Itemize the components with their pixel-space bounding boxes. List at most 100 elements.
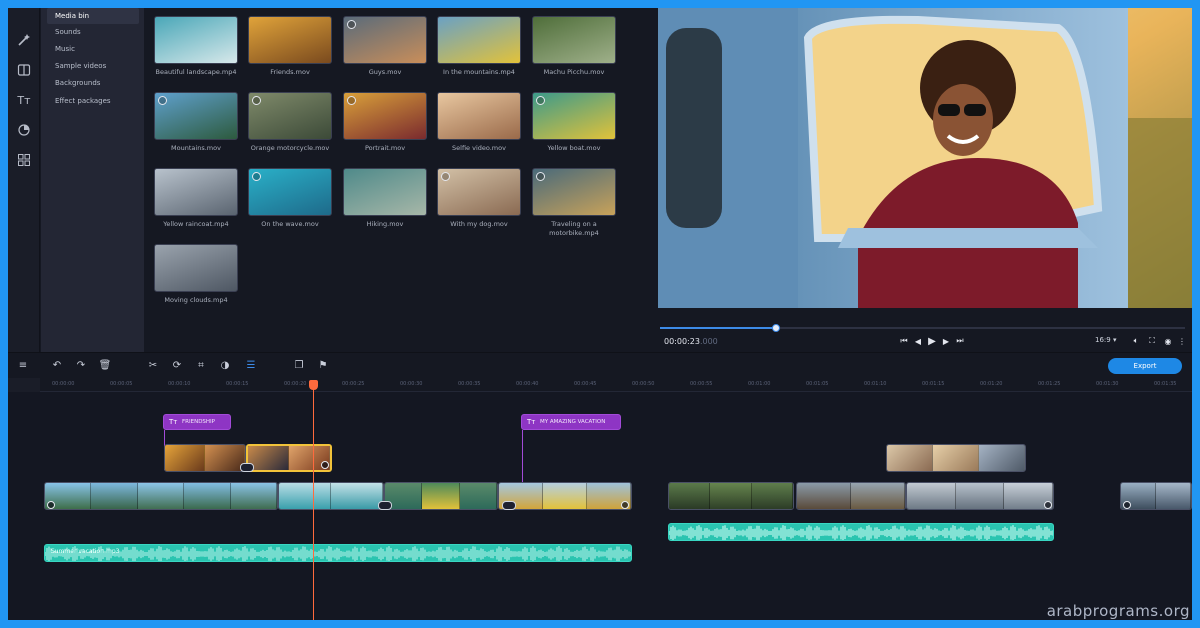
media-thumbnail[interactable] — [343, 168, 427, 216]
video-clip-yellow-boat[interactable] — [384, 482, 498, 510]
preview-progress-knob[interactable] — [771, 324, 780, 332]
transitions-icon[interactable] — [14, 60, 34, 80]
play-icon[interactable]: ▶ — [926, 335, 938, 347]
redo-icon[interactable]: ↷ — [74, 358, 88, 372]
skip-back-icon[interactable]: ⏮ — [898, 335, 910, 347]
clip-link-icon[interactable] — [47, 501, 55, 509]
media-thumbnail[interactable] — [248, 92, 332, 140]
media-thumbnail[interactable] — [154, 16, 238, 64]
export-button[interactable]: Export — [1108, 358, 1182, 374]
marker-flag-icon[interactable]: ⚑ — [316, 358, 330, 372]
cut-icon[interactable]: ✂ — [146, 358, 160, 372]
video-clip-mountains-2[interactable] — [498, 482, 632, 510]
audio-clip-music[interactable]: Summer vacation.mp3 — [44, 544, 632, 562]
undo-icon[interactable]: ↶ — [50, 358, 64, 372]
media-thumbnail[interactable] — [154, 244, 238, 292]
color-adjust-icon[interactable]: ◑ — [218, 358, 232, 372]
title-clip-icon: Tт — [169, 418, 178, 426]
ruler-tick-label: 00:01:35 — [1154, 381, 1177, 387]
more-icon[interactable]: ⋮ — [1176, 335, 1188, 347]
transition-icon[interactable] — [378, 501, 392, 510]
media-thumbnail[interactable] — [437, 16, 521, 64]
audio-waveform — [45, 546, 631, 561]
video-clip-machu-picchu[interactable] — [668, 482, 794, 510]
clip-link-icon[interactable] — [621, 501, 629, 509]
overlay-clip-selected[interactable] — [246, 444, 332, 472]
audio-waveform — [669, 525, 1053, 540]
media-thumbnail[interactable] — [343, 16, 427, 64]
media-thumbnail[interactable] — [154, 92, 238, 140]
step-back-icon[interactable]: ◀ — [912, 335, 924, 347]
media-thumbnail-label: Traveling on a motorbike.mp4 — [549, 220, 599, 237]
media-thumbnail[interactable] — [248, 16, 332, 64]
ruler-tick-label: 00:01:20 — [980, 381, 1003, 387]
crop-icon[interactable]: ⌗ — [194, 358, 208, 372]
step-forward-icon[interactable]: ▶ — [940, 335, 952, 347]
ruler-tick-label: 00:00:05 — [110, 381, 133, 387]
snapshot-icon[interactable]: ◉ — [1162, 335, 1174, 347]
clip-link-icon[interactable] — [1044, 501, 1052, 509]
title-clip-label: MY AMAZING VACATION — [540, 419, 606, 425]
used-in-project-icon — [536, 172, 545, 181]
overlay-clip[interactable] — [164, 444, 246, 472]
category-media-bin[interactable]: Media bin — [47, 8, 139, 24]
ruler-tick-label: 00:01:25 — [1038, 381, 1061, 387]
filters-icon[interactable] — [14, 120, 34, 140]
aspect-ratio-select[interactable]: 16:9 ▾ — [1095, 336, 1116, 344]
stickers-icon[interactable] — [14, 150, 34, 170]
volume-icon[interactable]: 🔈︎ — [1130, 335, 1142, 347]
playhead[interactable] — [309, 380, 318, 620]
timeline-ruler[interactable]: 00:00:00 00:00:05 00:00:10 00:00:15 00:00:20… — [40, 378, 1192, 392]
title-clip-vacation[interactable]: Tт MY AMAZING VACATION — [521, 414, 621, 430]
add-track-icon[interactable]: ≡ — [16, 358, 30, 372]
video-clip-clouds[interactable] — [906, 482, 1054, 510]
used-in-project-icon — [252, 96, 261, 105]
media-thumbnail[interactable] — [248, 168, 332, 216]
media-thumbnail[interactable] — [532, 168, 616, 216]
rotate-icon[interactable]: ⟳ — [170, 358, 184, 372]
category-music[interactable]: Music — [47, 41, 139, 57]
video-clip-landscape[interactable] — [278, 482, 384, 510]
audio-clip[interactable] — [668, 523, 1054, 541]
media-thumbnail[interactable] — [437, 168, 521, 216]
ruler-tick-label: 00:00:00 — [52, 381, 75, 387]
media-thumbnail-label: Selfie video.mov — [452, 144, 506, 152]
ruler-tick-label: 00:01:30 — [1096, 381, 1119, 387]
clip-link-icon[interactable] — [321, 461, 329, 469]
category-sample-videos[interactable]: Sample videos — [47, 58, 139, 74]
media-thumbnail[interactable] — [532, 92, 616, 140]
media-thumbnail[interactable] — [437, 92, 521, 140]
overlay-icon[interactable]: ❐ — [292, 358, 306, 372]
wand-icon[interactable] — [14, 30, 34, 50]
clip-link-icon[interactable] — [1123, 501, 1131, 509]
transition-icon[interactable] — [502, 501, 516, 510]
video-clip-mountains[interactable] — [44, 482, 278, 510]
playhead-handle[interactable] — [309, 380, 318, 390]
ruler-tick-label: 00:00:55 — [690, 381, 713, 387]
timecode-current: 00:00:23 — [664, 337, 700, 346]
title-clip-icon: Tт — [527, 418, 536, 426]
skip-forward-icon[interactable]: ⏭ — [954, 335, 966, 347]
transition-icon[interactable] — [240, 463, 254, 472]
overlay-clip[interactable] — [886, 444, 1026, 472]
media-thumbnail[interactable] — [343, 92, 427, 140]
media-thumbnail[interactable] — [154, 168, 238, 216]
delete-icon[interactable]: 🗑︎ — [98, 358, 112, 372]
preview-frame — [658, 8, 1192, 324]
category-backgrounds[interactable]: Backgrounds — [47, 75, 139, 91]
media-thumbnail-label: Beautiful landscape.mp4 — [155, 68, 237, 76]
media-thumbnail[interactable] — [532, 16, 616, 64]
media-category-panel: Media bin Sounds Music Sample videos Bac… — [41, 8, 144, 352]
title-clip-friendship[interactable]: Tт FRIENDSHIP — [163, 414, 231, 430]
used-in-project-icon — [158, 96, 167, 105]
video-clip-motorbike[interactable] — [796, 482, 906, 510]
preview-progress-bar[interactable] — [660, 324, 1185, 332]
clip-properties-icon[interactable]: ☰ — [244, 358, 258, 372]
titles-icon[interactable]: Tт — [14, 90, 34, 110]
ruler-tick-label: 00:00:20 — [284, 381, 307, 387]
category-sounds[interactable]: Sounds — [47, 24, 139, 40]
media-thumbnail-label: Friends.mov — [270, 68, 310, 76]
category-effect-packages[interactable]: Effect packages — [47, 93, 139, 109]
fullscreen-icon[interactable]: ⛶ — [1146, 335, 1158, 347]
ruler-tick-label: 00:00:35 — [458, 381, 481, 387]
